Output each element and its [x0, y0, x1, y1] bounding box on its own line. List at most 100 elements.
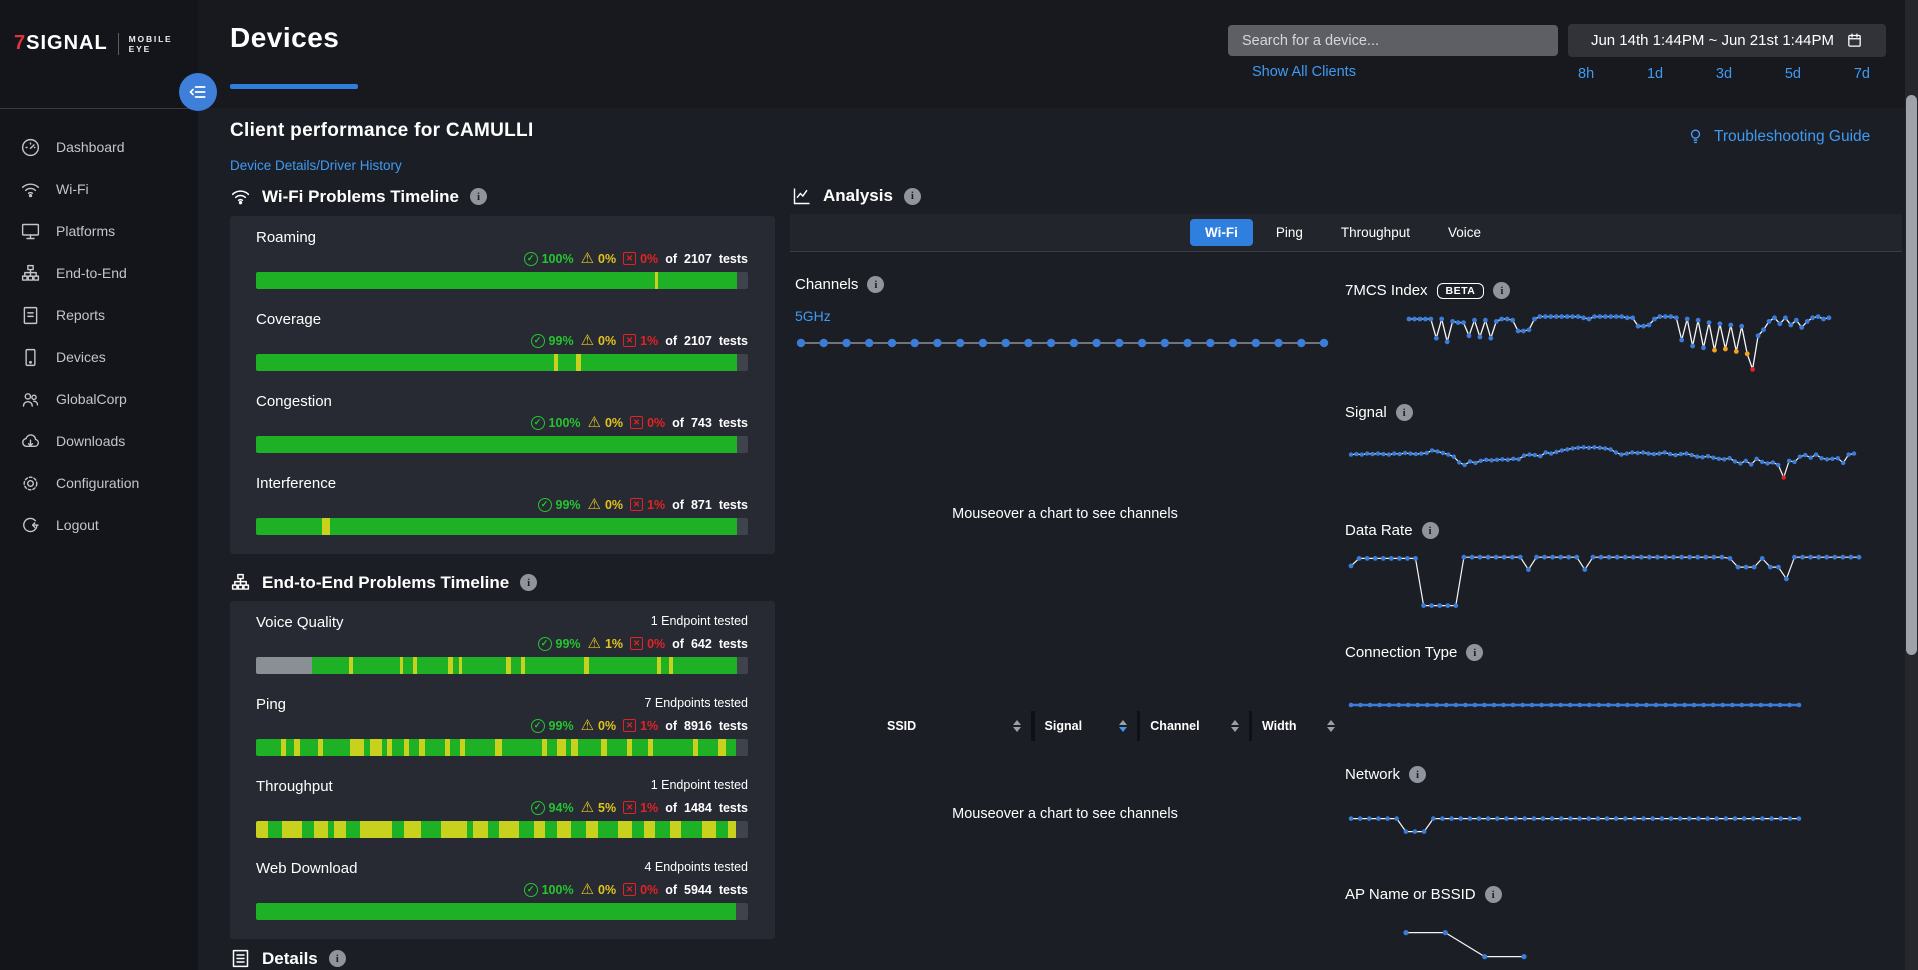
- connection-type-chart[interactable]: [1345, 669, 1805, 741]
- timeline-bar[interactable]: [256, 821, 748, 838]
- info-icon[interactable]: i: [1466, 644, 1483, 661]
- row-label: Coverage: [256, 311, 321, 331]
- tab-ping[interactable]: Ping: [1261, 219, 1318, 246]
- sort-width[interactable]: Width: [1262, 719, 1335, 733]
- info-icon[interactable]: i: [867, 276, 884, 293]
- device-details-link[interactable]: Device Details/Driver History: [230, 158, 402, 173]
- row-label: Voice Quality: [256, 614, 344, 634]
- channels-title: Channels: [795, 276, 858, 293]
- scrollbar-thumb[interactable]: [1906, 95, 1917, 655]
- sidebar-item-wifi[interactable]: Wi-Fi: [0, 168, 198, 210]
- range-3d[interactable]: 3d: [1716, 66, 1732, 82]
- channel-sort-header: SSID Signal Channel Width: [887, 712, 1335, 740]
- timeline-bar[interactable]: [256, 657, 748, 674]
- warning-icon: ⚠: [588, 498, 601, 512]
- channels-header: Channels i: [795, 276, 1335, 293]
- sidebar-item-platforms[interactable]: Platforms: [0, 210, 198, 252]
- sidebar-item-reports[interactable]: Reports: [0, 294, 198, 336]
- connection-type-title: Connection Type: [1345, 644, 1457, 661]
- troubleshooting-guide-link[interactable]: Troubleshooting Guide: [1686, 127, 1870, 146]
- sort-channel[interactable]: Channel: [1150, 719, 1238, 733]
- search-input[interactable]: [1228, 25, 1558, 56]
- sidebar-item-devices[interactable]: Devices: [0, 336, 198, 378]
- signal-header: Signal i: [1345, 404, 1875, 421]
- network-title: Network: [1345, 766, 1400, 783]
- sidebar-item-downloads[interactable]: Downloads: [0, 420, 198, 462]
- range-7d[interactable]: 7d: [1854, 66, 1870, 82]
- gauge-icon: [20, 137, 41, 158]
- error-icon: ✕: [630, 498, 643, 511]
- connection-type-header: Connection Type i: [1345, 644, 1875, 661]
- info-icon[interactable]: i: [1396, 404, 1413, 421]
- success-icon: ✓: [531, 334, 545, 348]
- mcs-index-chart[interactable]: [1403, 307, 1835, 379]
- warning-icon: ⚠: [581, 252, 594, 266]
- wifi-icon: [230, 186, 251, 207]
- tab-voice[interactable]: Voice: [1433, 219, 1496, 246]
- sort-signal[interactable]: Signal: [1045, 719, 1127, 733]
- sidebar-item-label: Dashboard: [56, 139, 125, 155]
- sidebar-item-globalcorp[interactable]: GlobalCorp: [0, 378, 198, 420]
- info-icon[interactable]: i: [904, 188, 921, 205]
- range-5d[interactable]: 5d: [1785, 66, 1801, 82]
- ap-name-block: AP Name or BSSID i: [1345, 886, 1875, 970]
- info-icon[interactable]: i: [329, 950, 346, 967]
- timeline-bar[interactable]: [256, 903, 748, 920]
- sidebar-item-logout[interactable]: Logout: [0, 504, 198, 546]
- show-all-clients-link[interactable]: Show All Clients: [1252, 64, 1356, 80]
- sidebar-item-configuration[interactable]: Configuration: [0, 462, 198, 504]
- info-icon[interactable]: i: [1409, 766, 1426, 783]
- tab-throughput[interactable]: Throughput: [1326, 219, 1425, 246]
- sidebar-item-label: GlobalCorp: [56, 391, 127, 407]
- timeline-bar[interactable]: [256, 436, 748, 453]
- sidebar-item-dashboard[interactable]: Dashboard: [0, 126, 198, 168]
- endpoints-tested: 1 Endpoint tested: [651, 778, 748, 798]
- network-icon: [230, 572, 251, 593]
- sidebar-nav: Dashboard Wi-Fi Platforms End-to-End Rep…: [0, 126, 198, 546]
- sort-ssid[interactable]: SSID: [887, 719, 1021, 733]
- warning-icon: ⚠: [581, 801, 594, 815]
- brand-seven: 7: [14, 32, 26, 54]
- info-icon[interactable]: i: [1493, 282, 1510, 299]
- sort-arrows-icon: [1231, 720, 1239, 732]
- network-chart[interactable]: [1345, 797, 1805, 861]
- ap-name-chart[interactable]: [1400, 917, 1530, 970]
- info-icon[interactable]: i: [1422, 522, 1439, 539]
- row-label: Interference: [256, 475, 336, 495]
- timeline-bar[interactable]: [256, 518, 748, 535]
- timeline-row-web-download: Web Download4 Endpoints tested ✓100% ⚠0%…: [230, 847, 775, 929]
- timeline-row-ping: Ping7 Endpoints tested ✓99% ⚠0% ✕1% of89…: [230, 683, 775, 765]
- analysis-header: Analysis i: [792, 186, 921, 206]
- timeline-bar[interactable]: [256, 739, 748, 756]
- brand-product: MOBILE EYE: [129, 34, 198, 54]
- timeline-row-throughput: Throughput1 Endpoint tested ✓94% ⚠5% ✕1%…: [230, 765, 775, 847]
- scrollbar-track[interactable]: [1905, 0, 1918, 970]
- row-label: Ping: [256, 696, 286, 716]
- sort-arrows-icon: [1119, 720, 1127, 732]
- calendar-icon: [1846, 32, 1863, 49]
- analysis-tabs: Wi-Fi Ping Throughput Voice: [1190, 219, 1496, 246]
- channels-chart[interactable]: [795, 326, 1330, 360]
- data-rate-chart[interactable]: [1345, 545, 1865, 619]
- brand-divider: [118, 33, 119, 55]
- sidebar-item-label: Reports: [56, 307, 105, 323]
- details-title: Details: [262, 949, 318, 969]
- info-icon[interactable]: i: [1485, 886, 1502, 903]
- info-icon[interactable]: i: [520, 574, 537, 591]
- signal-chart[interactable]: [1345, 433, 1860, 497]
- date-range-picker[interactable]: Jun 14th 1:44PM ~ Jun 21st 1:44PM: [1568, 24, 1886, 57]
- analysis-charts-column: 7MCS Index BETA i Signal i Data Rate i C…: [1345, 252, 1875, 970]
- range-8h[interactable]: 8h: [1578, 66, 1594, 82]
- sidebar-item-end-to-end[interactable]: End-to-End: [0, 252, 198, 294]
- tab-wifi[interactable]: Wi-Fi: [1190, 219, 1253, 246]
- timeline-row-roaming: Roaming ✓100% ⚠0% ✕0% of2107tests: [230, 216, 775, 298]
- success-icon: ✓: [531, 801, 545, 815]
- lightbulb-icon: [1686, 127, 1705, 146]
- column-divider: [1031, 711, 1034, 741]
- sidebar-collapse-button[interactable]: [179, 73, 217, 111]
- info-icon[interactable]: i: [470, 188, 487, 205]
- timeline-bar[interactable]: [256, 354, 748, 371]
- gear-icon: [20, 473, 41, 494]
- range-1d[interactable]: 1d: [1647, 66, 1663, 82]
- timeline-bar[interactable]: [256, 272, 748, 289]
